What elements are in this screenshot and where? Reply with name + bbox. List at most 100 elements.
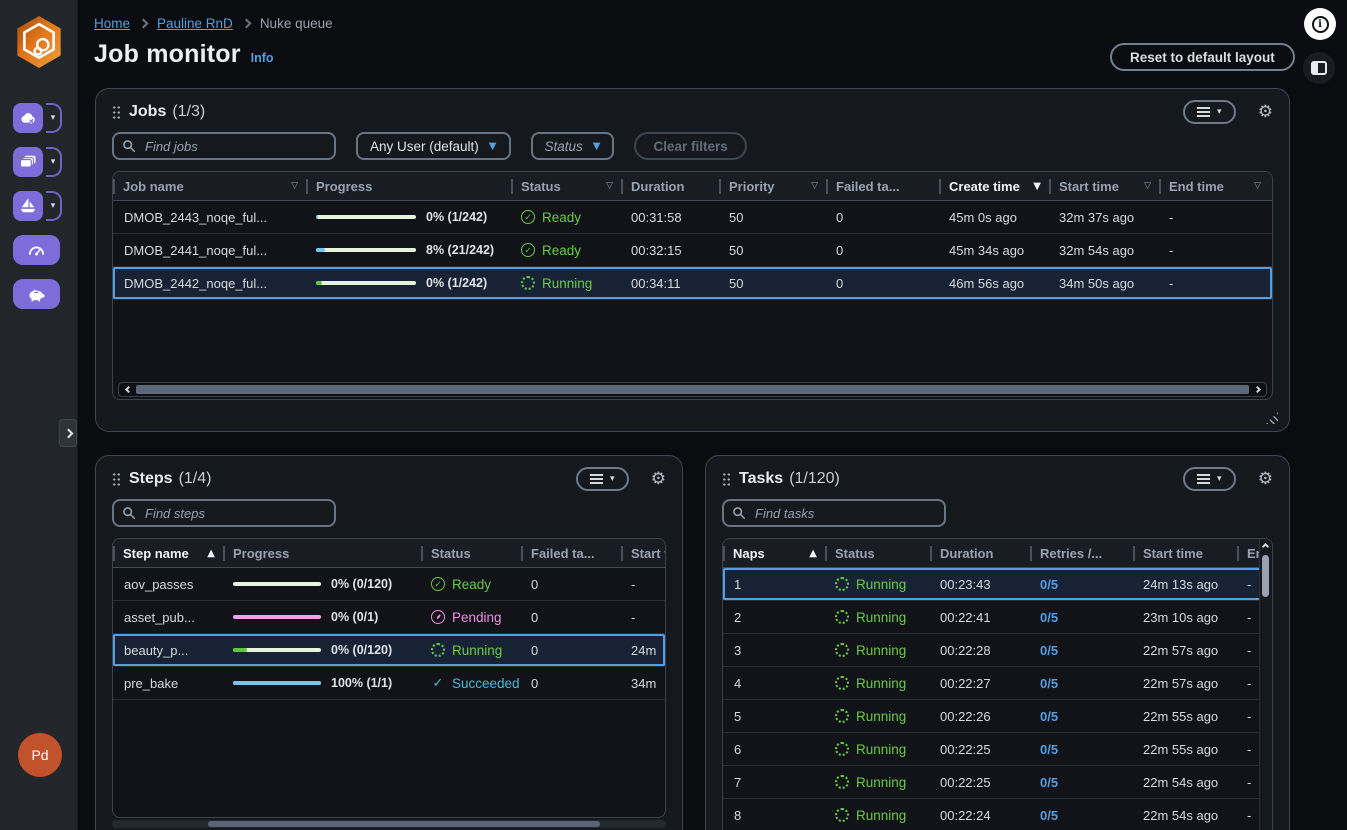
fleets-dropdown-toggle[interactable]: ▾ (46, 191, 62, 221)
find-tasks-input[interactable] (722, 499, 946, 527)
task-row[interactable]: 7 Running 00:22:25 0/5 22m 54s ago - (723, 766, 1272, 799)
tasks-actions-menu-button[interactable]: ▾ (1183, 467, 1236, 491)
status-icon (835, 577, 849, 591)
task-row[interactable]: 5 Running 00:22:26 0/5 22m 55s ago - (723, 700, 1272, 733)
drag-handle-icon[interactable] (112, 472, 121, 487)
budgets-piggy-bank-icon[interactable] (13, 279, 60, 309)
scrollbar-thumb[interactable] (136, 385, 1249, 394)
scroll-left-arrow[interactable] (123, 387, 133, 392)
task-duration: 00:22:26 (930, 709, 1030, 724)
queues-stack-icon[interactable] (13, 147, 43, 177)
column-header[interactable]: Progress (306, 172, 511, 200)
steps-table: Step name ▲ Progress Status Faile (112, 538, 666, 818)
jobs-settings-gear-icon[interactable]: ⚙ (1258, 104, 1273, 121)
tasks-panel-count: (1/120) (789, 470, 840, 488)
drag-handle-icon[interactable] (722, 472, 731, 487)
column-header[interactable]: Naps ▲ (723, 539, 825, 567)
job-row[interactable]: DMOB_2441_noqe_ful... 8% (21/242) Ready … (113, 234, 1272, 267)
reset-layout-button[interactable]: Reset to default layout (1110, 43, 1295, 71)
job-row[interactable]: DMOB_2443_noqe_ful... 0% (1/242) Ready 0… (113, 201, 1272, 234)
jobs-actions-menu-button[interactable]: ▾ (1183, 100, 1236, 124)
step-status: Running (421, 643, 521, 658)
tasks-settings-gear-icon[interactable]: ⚙ (1258, 471, 1273, 488)
drag-handle-icon[interactable] (112, 105, 121, 120)
deadline-cloud-logo-icon[interactable] (13, 13, 65, 71)
job-failed-tasks: 0 (826, 276, 939, 291)
column-header[interactable]: Duration (930, 539, 1030, 567)
task-start-time: 23m 10s ago (1133, 610, 1237, 625)
column-header[interactable]: Duration (621, 172, 719, 200)
find-jobs-input[interactable] (112, 132, 336, 160)
breadcrumb-current: Nuke queue (260, 16, 333, 31)
task-status: Running (825, 742, 930, 757)
step-start-time: 34m (621, 676, 666, 691)
help-info-button[interactable]: i (1304, 8, 1336, 40)
column-header[interactable]: Start time (1133, 539, 1237, 567)
column-header[interactable]: Status (825, 539, 930, 567)
queues-dropdown-toggle[interactable]: ▾ (46, 147, 62, 177)
panel-resize-handle[interactable] (1266, 412, 1278, 424)
info-link[interactable]: Info (251, 51, 274, 65)
usage-gauge-icon[interactable] (13, 235, 60, 265)
fleets-sailboat-icon[interactable] (13, 191, 43, 221)
task-row[interactable]: 1 Running 00:23:43 0/5 24m 13s ago - (723, 568, 1272, 601)
job-monitor-app: ▾ ▾ ▾ (0, 0, 1347, 830)
column-header[interactable]: Progress (223, 539, 421, 567)
steps-actions-menu-button[interactable]: ▾ (576, 467, 629, 491)
column-header[interactable]: End time ▽ (1159, 172, 1269, 200)
task-row[interactable]: 4 Running 00:22:27 0/5 22m 57s ago - (723, 667, 1272, 700)
column-header[interactable]: Priority ▽ (719, 172, 826, 200)
job-progress: 0% (1/242) (306, 210, 511, 224)
task-start-time: 22m 55s ago (1133, 709, 1237, 724)
step-row[interactable]: beauty_p... 0% (0/120) Running 0 24m (113, 634, 665, 667)
scroll-right-arrow[interactable] (1252, 387, 1262, 392)
column-header[interactable]: Status ▽ (511, 172, 621, 200)
farm-cloud-icon[interactable] (13, 103, 43, 133)
column-header[interactable]: Step name ▲ (113, 539, 223, 567)
find-steps-input[interactable] (112, 499, 336, 527)
job-start-time: 34m 50s ago (1049, 276, 1159, 291)
task-row[interactable]: 3 Running 00:22:28 0/5 22m 57s ago - (723, 634, 1272, 667)
user-avatar[interactable]: Pd (18, 733, 62, 777)
task-start-time: 22m 57s ago (1133, 676, 1237, 691)
column-header[interactable]: Job name ▽ (113, 172, 306, 200)
sidebar-expand-toggle[interactable] (59, 419, 77, 447)
vertical-scrollbar[interactable] (1259, 539, 1272, 830)
scroll-up-arrow[interactable] (1263, 544, 1270, 551)
scrollbar-thumb[interactable] (208, 821, 600, 827)
job-start-time: 32m 37s ago (1049, 210, 1159, 225)
chevron-down-icon: ▾ (51, 113, 56, 123)
status-filter-dropdown[interactable]: Status▼ (531, 132, 615, 160)
user-filter-dropdown[interactable]: Any User (default)▼ (356, 132, 511, 160)
step-row[interactable]: pre_bake 100% (1/1) Succeeded 0 34m (113, 667, 665, 700)
steps-settings-gear-icon[interactable]: ⚙ (651, 471, 666, 488)
clear-filters-button[interactable]: Clear filters (634, 132, 746, 160)
horizontal-scrollbar[interactable] (112, 820, 666, 828)
search-icon (122, 139, 136, 153)
task-row[interactable]: 2 Running 00:22:41 0/5 23m 10s ago - (723, 601, 1272, 634)
horizontal-scrollbar[interactable] (118, 382, 1267, 397)
column-header[interactable]: Start time (621, 539, 666, 567)
breadcrumb-home[interactable]: Home (94, 16, 130, 31)
column-header[interactable]: Start time ▽ (1049, 172, 1159, 200)
task-row[interactable]: 8 Running 00:22:24 0/5 22m 54s ago - (723, 799, 1272, 830)
breadcrumb-farm[interactable]: Pauline RnD (157, 16, 233, 31)
column-header[interactable]: Status (421, 539, 521, 567)
column-header[interactable]: Create time ▼ (939, 172, 1049, 200)
task-row[interactable]: 6 Running 00:22:25 0/5 22m 55s ago - (723, 733, 1272, 766)
column-header[interactable]: Failed ta... (521, 539, 621, 567)
step-row[interactable]: aov_passes 0% (0/120) Ready 0 - (113, 568, 665, 601)
job-end-time: - (1159, 276, 1269, 291)
job-row[interactable]: DMOB_2442_noqe_ful... 0% (1/242) Running… (113, 267, 1272, 300)
column-header[interactable]: Retries /... (1030, 539, 1133, 567)
step-row[interactable]: asset_pub... 0% (0/1) Pending 0 - (113, 601, 665, 634)
scrollbar-thumb[interactable] (1262, 555, 1269, 597)
hamburger-menu-icon (1197, 107, 1210, 117)
split-panel-button[interactable] (1303, 52, 1335, 84)
job-status: Ready (511, 210, 621, 225)
step-name: aov_passes (113, 577, 223, 592)
farm-dropdown-toggle[interactable]: ▾ (46, 103, 62, 133)
status-icon (835, 709, 849, 723)
column-header[interactable]: Failed ta... (826, 172, 939, 200)
job-name: DMOB_2442_noqe_ful... (113, 276, 306, 291)
